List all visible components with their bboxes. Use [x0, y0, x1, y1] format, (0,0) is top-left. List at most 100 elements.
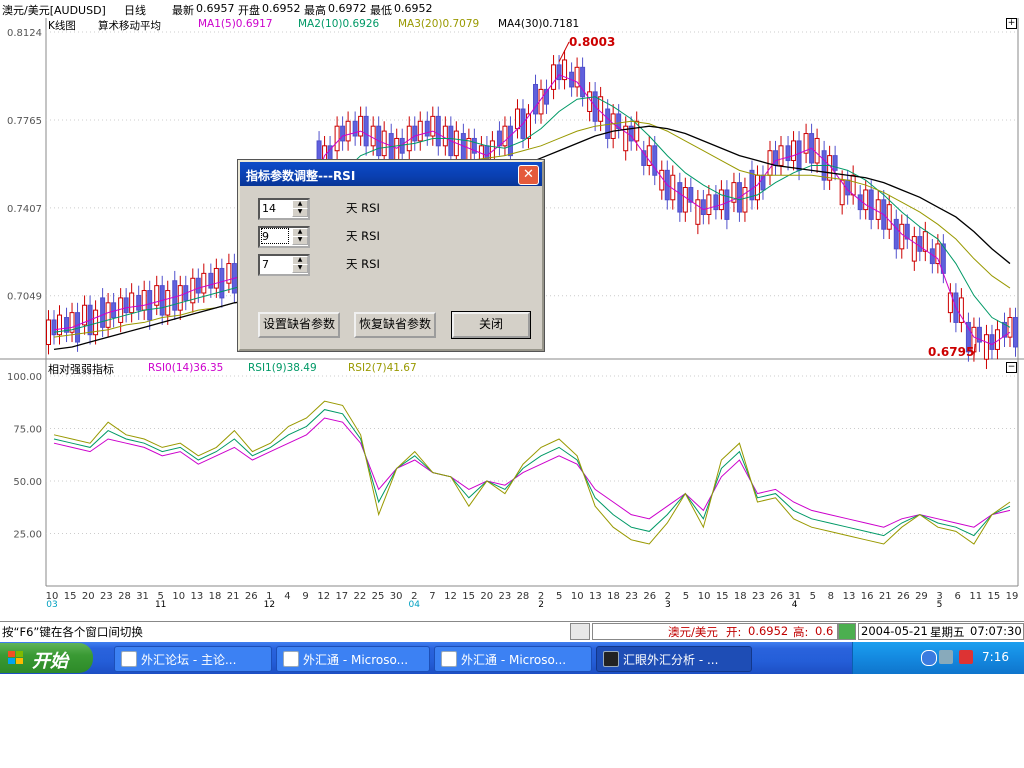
candle-body — [832, 155, 838, 171]
month-label: 3 — [665, 600, 671, 610]
x-tick-label: 10 — [571, 591, 584, 602]
rsi-period-3-stepper[interactable]: ▲ ▼ — [258, 254, 310, 276]
candle-body — [340, 125, 346, 142]
rsi-line-0 — [53, 417, 1011, 528]
taskbar-item-forum[interactable]: 外汇论坛 - 主论... — [114, 646, 272, 672]
month-label: 03 — [46, 600, 57, 610]
rsi-period-2-stepper[interactable]: ▲ ▼ — [258, 226, 310, 248]
status-pair: 澳元/美元 — [668, 625, 718, 639]
calculator-icon[interactable] — [570, 623, 590, 640]
rsi-period-3-input[interactable] — [262, 257, 288, 271]
rsi-period-1-label: 天 RSI — [346, 201, 380, 215]
candle-body — [983, 334, 989, 360]
rsi-tick-label: 50.00 — [13, 477, 42, 488]
spin-down-icon[interactable]: ▼ — [292, 236, 308, 245]
x-tick-label: 23 — [498, 591, 511, 602]
x-tick-label: 25 — [372, 591, 385, 602]
x-tick-label: 10 — [698, 591, 711, 602]
x-tick-label: 13 — [589, 591, 602, 602]
candle-body — [796, 140, 802, 171]
candle-body — [749, 169, 755, 201]
rsi-period-2-label: 天 RSI — [346, 229, 380, 243]
x-tick-label: 15 — [462, 591, 475, 602]
price-tick-label: 0.7407 — [7, 204, 42, 215]
candle-body — [345, 120, 351, 142]
rsi-period-2-input[interactable] — [261, 228, 289, 244]
dialog-close-icon[interactable]: ✕ — [518, 165, 539, 185]
status-weekday: 星期五 — [930, 625, 965, 639]
x-tick-label: 29 — [915, 591, 928, 602]
rsi-period-1-input[interactable] — [262, 201, 288, 215]
dialog-titlebar[interactable]: 指标参数调整---RSI ✕ — [240, 162, 542, 186]
x-tick-label: 28 — [517, 591, 530, 602]
start-button[interactable]: 开始 — [0, 643, 93, 673]
x-tick-label: 23 — [625, 591, 638, 602]
taskbar-item-waihuitong-2[interactable]: 外汇通 - Microso... — [434, 646, 592, 672]
candle-body — [695, 199, 701, 225]
candle-body — [507, 125, 513, 157]
candle-body — [580, 66, 586, 98]
spin-down-icon[interactable]: ▼ — [292, 208, 308, 217]
candle-body — [899, 223, 905, 250]
dialog-title: 指标参数调整---RSI — [246, 169, 356, 183]
system-tray: 7:16 — [852, 642, 1024, 674]
candle-body — [208, 272, 214, 289]
spin-down-icon[interactable]: ▼ — [292, 264, 308, 273]
price-tick-label: 0.7765 — [7, 116, 42, 127]
candle-body — [652, 145, 658, 176]
candle-body — [412, 125, 418, 142]
candle-body — [165, 290, 171, 316]
status-hint: 按“F6”键在各个窗口间切换 — [2, 625, 143, 639]
x-tick-label: 9 — [302, 591, 308, 602]
candle-body — [46, 319, 51, 346]
candle-body — [177, 285, 183, 311]
candle-body — [989, 334, 995, 350]
x-tick-label: 30 — [390, 591, 403, 602]
chevron-left-icon[interactable] — [921, 650, 937, 666]
x-tick-label: 21 — [227, 591, 240, 602]
candle-body — [111, 302, 117, 319]
tray-app-icon[interactable] — [959, 650, 973, 664]
rsi-tick-label: 25.00 — [13, 530, 42, 541]
candle-body — [754, 174, 760, 201]
candle-body — [857, 194, 863, 211]
candle-body — [388, 133, 394, 164]
price-tick-label: 0.8124 — [7, 28, 42, 39]
help-icon[interactable] — [838, 623, 856, 640]
status-open-value: 0.6952 — [748, 624, 789, 638]
month-label: 11 — [155, 600, 166, 610]
x-tick-label: 17 — [335, 591, 348, 602]
x-tick-label: 18 — [734, 591, 747, 602]
candle-body — [917, 236, 923, 252]
app-window: 澳元/美元[AUDUSD] 日线 最新 0.6957 开盘 0.6952 最高 … — [0, 0, 1024, 676]
set-default-button[interactable]: 设置缺省参数 — [258, 312, 340, 338]
candle-body — [442, 125, 448, 147]
candle-body — [700, 199, 706, 216]
candle-body — [875, 199, 881, 220]
rsi-line-2 — [53, 400, 1011, 545]
candle-body — [219, 267, 225, 299]
candle-body — [724, 189, 730, 220]
windows-logo-icon — [8, 651, 23, 664]
candle-body — [778, 145, 784, 166]
candle-body — [863, 189, 869, 211]
candle-body — [123, 297, 129, 314]
candle-body — [435, 115, 441, 147]
taskbar-item-waihuitong-1[interactable]: 外汇通 - Microso... — [276, 646, 430, 672]
x-tick-label: 15 — [988, 591, 1001, 602]
rsi-period-1-stepper[interactable]: ▲ ▼ — [258, 198, 310, 220]
candle-body — [713, 194, 719, 211]
network-icon[interactable] — [939, 650, 953, 664]
rsi-param-dialog: 指标参数调整---RSI ✕ ▲ ▼ 天 RSI ▲ ▼ 天 RSI ▲ ▼ 天… — [238, 160, 544, 351]
taskbar-item-label: 汇眼外汇分析 - ... — [623, 653, 719, 667]
x-tick-label: 26 — [897, 591, 910, 602]
status-date: 2004-05-21 — [861, 624, 928, 638]
status-time: 07:07:30 — [970, 624, 1022, 638]
candle-body — [677, 182, 683, 213]
taskbar-item-huiyan[interactable]: 汇眼外汇分析 - ... — [596, 646, 752, 672]
x-tick-label: 22 — [354, 591, 367, 602]
x-tick-label: 5 — [556, 591, 562, 602]
rsi-period-3-label: 天 RSI — [346, 257, 380, 271]
close-button[interactable]: 关闭 — [451, 311, 531, 339]
restore-default-button[interactable]: 恢复缺省参数 — [354, 312, 436, 338]
